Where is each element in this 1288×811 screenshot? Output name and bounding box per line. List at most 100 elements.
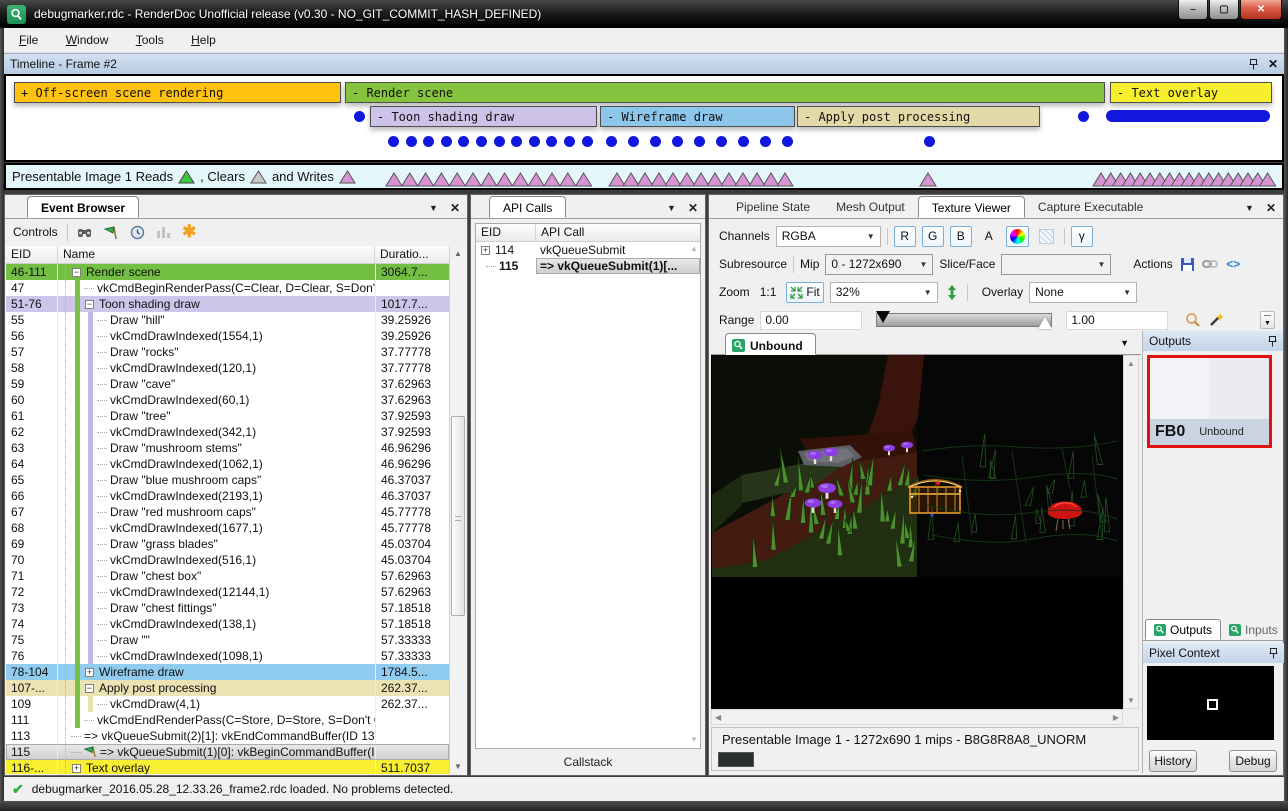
scroll-up-icon[interactable]: ▲ — [1124, 356, 1138, 368]
range-slider[interactable] — [876, 313, 1052, 327]
flip-vertical-icon[interactable] — [944, 284, 961, 301]
table-row[interactable]: 68vkCmdDrawIndexed(1677,1)45.77778 — [6, 520, 449, 536]
pin-icon[interactable] — [1249, 59, 1258, 70]
collapse-icon[interactable]: − — [85, 684, 94, 693]
table-row[interactable]: 61Draw "tree"37.92593 — [6, 408, 449, 424]
timeline-bar-wireframe[interactable]: - Wireframe draw — [600, 106, 795, 127]
channels-select[interactable]: RGBA▼ — [776, 226, 881, 247]
viewport-horizontal-scrollbar[interactable]: ◀ ▶ — [711, 709, 1123, 725]
table-row[interactable]: 55Draw "hill"39.25926 — [6, 312, 449, 328]
range-white-handle[interactable] — [1038, 317, 1052, 329]
event-dot[interactable] — [760, 136, 771, 147]
texture-image[interactable] — [711, 355, 1123, 709]
zoom-level-select[interactable]: 32%▼ — [830, 282, 938, 303]
table-row[interactable]: 73Draw "chest fittings"57.18518 — [6, 600, 449, 616]
stats-icon[interactable] — [155, 224, 172, 241]
event-dot[interactable] — [529, 136, 540, 147]
options-icon[interactable]: ✱ — [181, 224, 198, 241]
table-row[interactable]: 69Draw "grass blades"45.03704 — [6, 536, 449, 552]
table-row[interactable]: 72vkCmdDrawIndexed(12144,1)57.62963 — [6, 584, 449, 600]
debug-button[interactable]: Debug — [1229, 750, 1277, 772]
code-icon[interactable]: <> — [1225, 256, 1242, 273]
event-dot[interactable] — [694, 136, 705, 147]
table-row[interactable]: 65Draw "blue mushroom caps"46.37037 — [6, 472, 449, 488]
link-icon[interactable] — [1202, 256, 1219, 273]
close-icon[interactable]: ✕ — [1268, 57, 1278, 71]
table-row[interactable]: 46-111−Render scene3064.7... — [6, 264, 449, 280]
scroll-right-icon[interactable]: ▶ — [1113, 713, 1119, 722]
find-icon[interactable] — [77, 224, 94, 241]
chevron-down-icon[interactable]: ▼ — [429, 203, 438, 213]
event-dot[interactable] — [511, 136, 522, 147]
chevron-down-icon[interactable]: ▼ — [1120, 338, 1129, 348]
channel-a-toggle[interactable]: A — [978, 226, 1000, 247]
autofit-wand-icon[interactable] — [1207, 312, 1224, 329]
table-row[interactable]: 111vkCmdEndRenderPass(C=Store, D=Store, … — [6, 712, 449, 728]
save-icon[interactable] — [1179, 256, 1196, 273]
event-dot[interactable] — [1078, 111, 1089, 122]
table-row[interactable]: 62vkCmdDrawIndexed(342,1)37.92593 — [6, 424, 449, 440]
mip-select[interactable]: 0 - 1272x690▼ — [825, 254, 933, 275]
pixel-context-view[interactable] — [1147, 666, 1274, 740]
event-dot[interactable] — [388, 136, 399, 147]
scrollbar-thumb[interactable] — [451, 416, 465, 616]
time-icon[interactable] — [129, 224, 146, 241]
table-row[interactable]: 75Draw ""57.33333 — [6, 632, 449, 648]
table-row[interactable]: 63Draw "mushroom stems"46.96296 — [6, 440, 449, 456]
zoom-range-icon[interactable] — [1184, 312, 1201, 329]
event-dot[interactable] — [546, 136, 557, 147]
table-row[interactable]: 115=> vkQueueSubmit(1)[0]: vkBeginComman… — [6, 744, 449, 760]
column-duration[interactable]: Duratio... — [375, 246, 449, 263]
fb0-thumbnail[interactable]: FB0 Unbound — [1147, 355, 1272, 448]
column-name[interactable]: Name — [58, 246, 375, 263]
zoom-fit-button[interactable]: Fit — [786, 282, 823, 303]
color-wheel-icon[interactable] — [1006, 226, 1029, 247]
toolbar-overflow-button[interactable]: —▼ — [1260, 311, 1275, 329]
close-button[interactable]: ✕ — [1240, 0, 1282, 20]
tab-unbound-texture[interactable]: Unbound — [725, 333, 816, 355]
timeline-bar-offscreen[interactable]: + Off-screen scene rendering — [14, 82, 341, 103]
event-dot[interactable] — [716, 136, 727, 147]
history-button[interactable]: History — [1149, 750, 1197, 772]
event-dot[interactable] — [441, 136, 452, 147]
callstack-label[interactable]: Callstack — [471, 751, 705, 773]
event-dot[interactable] — [782, 136, 793, 147]
table-row[interactable]: 57Draw "rocks"37.77778 — [6, 344, 449, 360]
table-row[interactable]: 66vkCmdDrawIndexed(2193,1)46.37037 — [6, 488, 449, 504]
table-row[interactable]: 113=> vkQueueSubmit(2)[1]: vkEndCommandB… — [6, 728, 449, 744]
viewport-vertical-scrollbar[interactable]: ▲ ▼ — [1123, 355, 1139, 709]
event-dot[interactable] — [406, 136, 417, 147]
table-row[interactable]: 78-104+Wireframe draw1784.5... — [6, 664, 449, 680]
tab-api-calls[interactable]: API Calls — [489, 196, 566, 218]
overlay-select[interactable]: None▼ — [1029, 282, 1137, 303]
table-row[interactable]: 56vkCmdDrawIndexed(1554,1)39.25926 — [6, 328, 449, 344]
scroll-down-icon[interactable]: ▼ — [450, 762, 466, 771]
table-row[interactable]: 67Draw "red mushroom caps"45.77778 — [6, 504, 449, 520]
channel-r-toggle[interactable]: R — [894, 226, 916, 247]
table-row[interactable]: 58vkCmdDrawIndexed(120,1)37.77778 — [6, 360, 449, 376]
event-dot[interactable] — [354, 111, 365, 122]
tab-pipeline-state[interactable]: Pipeline State — [723, 196, 823, 218]
event-dot[interactable] — [924, 136, 935, 147]
timeline-bar-text-overlay[interactable]: - Text overlay — [1110, 82, 1272, 103]
maximize-button[interactable]: ▢ — [1209, 0, 1239, 20]
tab-texture-viewer[interactable]: Texture Viewer — [918, 196, 1025, 218]
channel-b-toggle[interactable]: B — [950, 226, 972, 247]
event-dot[interactable] — [458, 136, 469, 147]
tab-inputs[interactable]: Inputs — [1221, 619, 1286, 640]
table-row[interactable]: 74vkCmdDrawIndexed(138,1)57.18518 — [6, 616, 449, 632]
timeline-bar-post-processing[interactable]: - Apply post processing — [797, 106, 1040, 127]
close-icon[interactable]: ✕ — [688, 201, 698, 215]
table-row[interactable]: 76vkCmdDrawIndexed(1098,1)57.33333 — [6, 648, 449, 664]
bookmark-flag-icon[interactable] — [103, 224, 120, 241]
timeline-bar-toon-shading[interactable]: - Toon shading draw — [370, 106, 597, 127]
resource-usage-strip[interactable]: Presentable Image 1 Reads , Clears and W… — [4, 163, 1284, 190]
table-row[interactable]: +114 vkQueueSubmit — [476, 242, 700, 258]
checkerboard-icon[interactable] — [1035, 226, 1058, 247]
event-dot[interactable] — [738, 136, 749, 147]
close-icon[interactable]: ✕ — [1266, 201, 1276, 215]
expand-icon[interactable]: + — [481, 246, 490, 255]
event-dot[interactable] — [423, 136, 434, 147]
event-dot[interactable] — [582, 136, 593, 147]
scroll-down-icon[interactable]: ▼ — [1124, 696, 1138, 705]
